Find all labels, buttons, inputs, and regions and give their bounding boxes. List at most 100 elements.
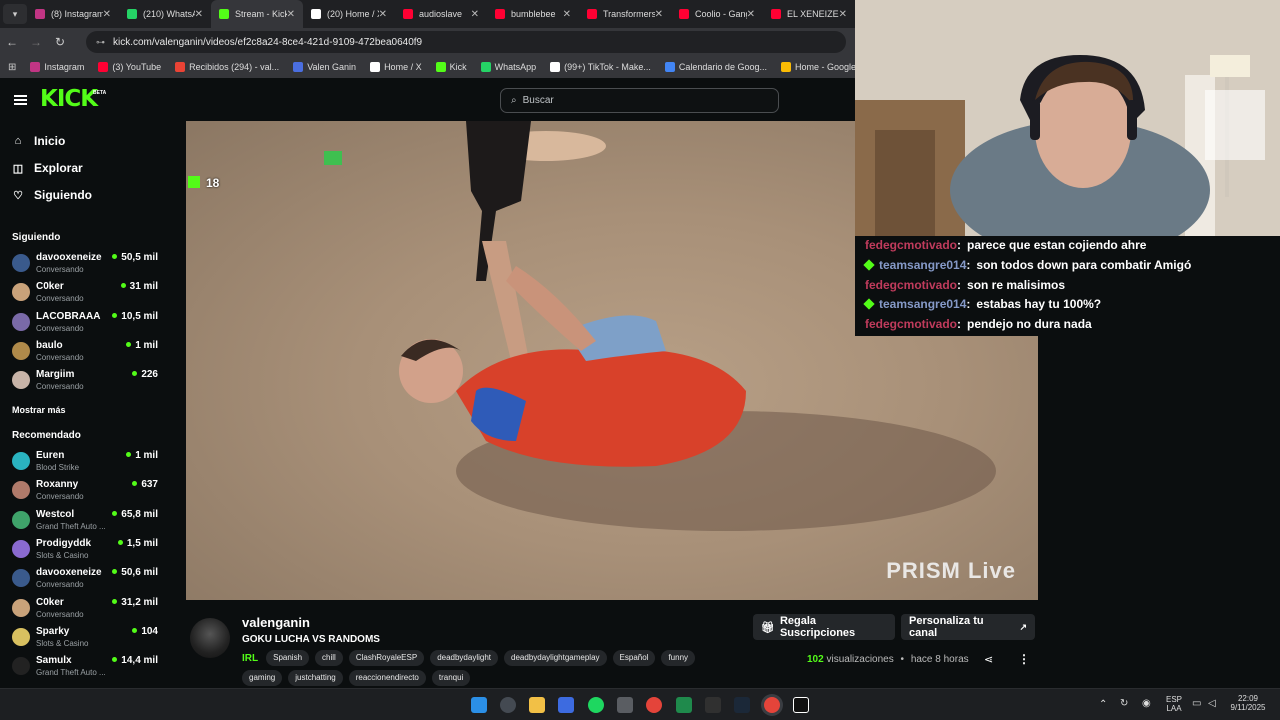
show-more-link[interactable]: Mostrar más xyxy=(12,405,66,415)
browser-tab[interactable]: bumblebee ✕ xyxy=(487,0,579,28)
file-explorer-icon[interactable] xyxy=(529,697,545,713)
tag-chip[interactable]: Español xyxy=(612,650,656,666)
tag-chip[interactable]: gaming xyxy=(242,670,283,686)
tab-close-icon[interactable]: ✕ xyxy=(103,9,111,20)
channel-item[interactable]: Roxanny Conversando 637 xyxy=(12,479,162,505)
bookmark-item[interactable]: Valen Ganin xyxy=(293,62,356,72)
nav-siguiendo[interactable]: ♡ Siguiendo xyxy=(12,188,92,202)
browser-tab[interactable]: EL XENEIZE ✕ xyxy=(763,0,855,28)
channel-item[interactable]: C0ker Conversando 31 mil xyxy=(12,281,162,307)
tray-chevron-icon[interactable]: ⌃ xyxy=(1099,699,1107,710)
share-icon[interactable]: ⋖ xyxy=(984,653,993,666)
gift-subs-button[interactable]: 🎁︎ Regala Suscripciones xyxy=(753,614,895,640)
chat-username[interactable]: fedegcmotivado xyxy=(865,238,957,252)
channel-item[interactable]: Samulx Grand Theft Auto ... 14,4 mil xyxy=(12,655,162,681)
reload-button[interactable]: ↻ xyxy=(48,35,72,49)
channel-item[interactable]: LACOBRAAA Conversando 10,5 mil xyxy=(12,311,162,337)
tab-close-icon[interactable]: ✕ xyxy=(195,9,203,20)
tab-close-icon[interactable]: ✕ xyxy=(839,9,847,20)
bookmark-item[interactable]: Home / X xyxy=(370,62,422,72)
bookmark-item[interactable]: (99+) TikTok - Make... xyxy=(550,62,651,72)
apps-grid-icon[interactable]: ⊞ xyxy=(8,62,16,73)
language-indicator[interactable]: ESP LAA xyxy=(1164,695,1184,713)
spotify-icon[interactable] xyxy=(588,697,604,713)
bookmark-item[interactable]: Calendario de Goog... xyxy=(664,62,767,72)
tab-search-button[interactable]: ▾ xyxy=(3,4,27,24)
channel-item[interactable]: Euren Blood Strike 1 mil xyxy=(12,450,162,476)
bookmark-label: (99+) TikTok - Make... xyxy=(564,62,651,72)
tag-chip[interactable]: deadbydaylightgameplay xyxy=(504,650,607,666)
mic-icon[interactable]: ◉ xyxy=(1142,698,1151,709)
hamburger-menu-icon[interactable] xyxy=(14,95,27,105)
site-info-icon[interactable]: ⊶ xyxy=(96,37,105,48)
browser-tab[interactable]: audioslave ✕ xyxy=(395,0,487,28)
channel-item[interactable]: baulo Conversando 1 mil xyxy=(12,340,162,366)
tag-chip[interactable]: deadbydaylight xyxy=(430,650,499,666)
url-field[interactable]: ⊶ kick.com/valenganin/videos/ef2c8a24-8c… xyxy=(86,31,846,53)
tag-chip[interactable]: chill xyxy=(315,650,343,666)
start-icon[interactable] xyxy=(471,697,487,713)
channel-item[interactable]: Prodigyddk Slots & Casino 1,5 mil xyxy=(12,538,162,564)
browser-tab[interactable]: Stream - Kick ✕ xyxy=(211,0,303,28)
tab-close-icon[interactable]: ✕ xyxy=(471,9,479,20)
tiktok-icon[interactable] xyxy=(793,697,809,713)
epic-games-icon[interactable] xyxy=(705,697,721,713)
browser-tab[interactable]: Coolio - Gangsta✕ xyxy=(671,0,763,28)
tab-close-icon[interactable]: ✕ xyxy=(747,9,755,20)
category-link[interactable]: IRL xyxy=(242,653,258,664)
back-button[interactable]: ← xyxy=(0,35,24,49)
browser-tab[interactable]: (210) WhatsApp✕ xyxy=(119,0,211,28)
bookmark-item[interactable]: Kick xyxy=(435,62,467,72)
tag-chip[interactable]: reaccionendirecto xyxy=(348,670,426,686)
bookmark-label: Home / X xyxy=(384,62,422,72)
search-input[interactable]: ⌕ Buscar xyxy=(500,88,779,113)
nav-inicio[interactable]: ⌂ Inicio xyxy=(12,134,66,148)
channel-item[interactable]: Margiim Conversando 226 xyxy=(12,369,162,395)
channel-name: Prodigyddk xyxy=(36,537,92,549)
chat-username[interactable]: fedegcmotivado xyxy=(865,317,957,331)
channel-name[interactable]: valenganin xyxy=(242,615,310,630)
nav-explorar[interactable]: ◫ Explorar xyxy=(12,161,83,175)
tag-chip[interactable]: funny xyxy=(661,650,696,666)
bookmark-item[interactable]: Instagram xyxy=(30,62,84,72)
sync-icon[interactable]: ↻ xyxy=(1120,698,1128,709)
tab-close-icon[interactable]: ✕ xyxy=(379,9,387,20)
more-options-icon[interactable]: ⋮ xyxy=(1018,652,1030,666)
tag-chip[interactable]: justchatting xyxy=(288,670,343,686)
widgets-icon[interactable] xyxy=(500,697,516,713)
excel-icon[interactable] xyxy=(676,697,692,713)
customize-channel-button[interactable]: Personaliza tu canal ↗ xyxy=(901,614,1035,640)
tab-close-icon[interactable]: ✕ xyxy=(287,9,295,20)
channel-item[interactable]: Westcol Grand Theft Auto ... 65,8 mil xyxy=(12,509,162,535)
browser-tab[interactable]: Transformers ✕ xyxy=(579,0,671,28)
tag-chip[interactable]: Spanish xyxy=(266,650,310,666)
steam-icon[interactable] xyxy=(734,697,750,713)
browser-tab[interactable]: (8) Instagram ✕ xyxy=(27,0,119,28)
app-icon[interactable] xyxy=(617,697,633,713)
tab-close-icon[interactable]: ✕ xyxy=(563,9,571,20)
volume-icon[interactable]: ◁ xyxy=(1208,698,1216,709)
clock[interactable]: 22:09 9/11/2025 xyxy=(1224,694,1272,712)
chrome-active-icon[interactable] xyxy=(764,697,780,713)
forward-button[interactable]: → xyxy=(24,35,48,49)
network-icon[interactable]: ▭ xyxy=(1192,698,1201,709)
store-icon[interactable] xyxy=(558,697,574,713)
tab-close-icon[interactable]: ✕ xyxy=(655,9,663,20)
chat-username[interactable]: fedegcmotivado xyxy=(865,278,957,292)
bookmark-item[interactable]: (3) YouTube xyxy=(98,62,161,72)
channel-item[interactable]: davooxeneize Conversando 50,5 mil xyxy=(12,252,162,278)
chrome-icon[interactable] xyxy=(646,697,662,713)
bookmark-item[interactable]: WhatsApp xyxy=(480,62,536,72)
bookmark-item[interactable]: Home - Google Drive xyxy=(780,62,855,72)
chat-username[interactable]: teamsangre014 xyxy=(879,297,966,311)
channel-avatar[interactable] xyxy=(190,618,230,658)
kick-logo[interactable]: KICK xyxy=(40,86,98,112)
chat-username[interactable]: teamsangre014 xyxy=(879,258,966,272)
tag-chip[interactable]: ClashRoyaleESP xyxy=(348,650,425,666)
channel-item[interactable]: C0ker Conversando 31,2 mil xyxy=(12,597,162,623)
browser-tab[interactable]: (20) Home / X ✕ xyxy=(303,0,395,28)
channel-item[interactable]: Sparky Slots & Casino 104 xyxy=(12,626,162,652)
bookmark-item[interactable]: Recibidos (294) - val... xyxy=(175,62,279,72)
tag-chip[interactable]: tranqui xyxy=(431,670,471,686)
channel-item[interactable]: davooxeneize Conversando 50,6 mil xyxy=(12,567,162,593)
